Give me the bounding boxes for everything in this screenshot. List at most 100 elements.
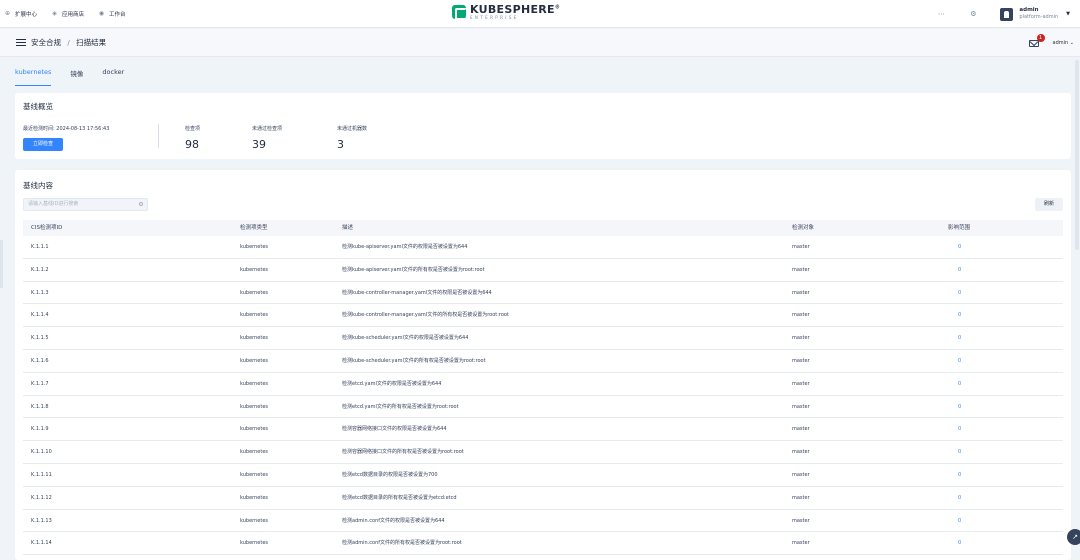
nav-extensions-label: 扩展中心 xyxy=(15,11,38,18)
cell-scope[interactable]: 0 xyxy=(958,373,961,395)
cell-scope[interactable]: 0 xyxy=(958,418,961,440)
avatar[interactable] xyxy=(1000,7,1014,21)
cell-description: 检测kube-apiserver.yaml文件的所有权是否被设置为root:ro… xyxy=(342,266,485,273)
cell-scope[interactable]: 0 xyxy=(958,282,961,304)
nav-workbench[interactable]: ◉ 工作台 xyxy=(98,10,126,18)
cell-id: K.1.1.4 xyxy=(31,312,49,319)
last-scan-label: 最近检测时间: xyxy=(23,126,55,132)
tab-bar: kubernetes 镜像 docker xyxy=(15,68,143,86)
cell-id: K.1.1.6 xyxy=(31,357,49,364)
table-row[interactable]: K.1.1.12 kubernetes 检测etcd数据目录的所有权是否被设置为et… xyxy=(23,487,1063,510)
column-header-type[interactable]: 检测项类型 xyxy=(240,220,268,236)
nav-extensions[interactable]: ⊕ 扩展中心 xyxy=(4,10,37,18)
table-row[interactable]: K.1.1.9 kubernetes 检测容器网络接口文件的权限是否被设置为644 m… xyxy=(23,418,1063,442)
cell-id: K.1.1.10 xyxy=(31,449,52,456)
baseline-content-card: 基线内容 请输入基线ID进行搜索 刷新 CIS检测项ID 检测项类型 描述 检测… xyxy=(15,170,1071,560)
cell-description: 检测容器网络接口文件的权限是否被设置为644 xyxy=(342,426,447,433)
cell-type: kubernetes xyxy=(240,357,269,364)
header-user-name: admin xyxy=(1052,40,1069,46)
cell-target: master xyxy=(792,335,810,342)
table-row[interactable]: K.1.1.5 kubernetes 检测kube-scheduler.yaml文件… xyxy=(23,327,1063,350)
cell-scope[interactable]: 0 xyxy=(958,327,961,349)
kubesphere-logo-icon xyxy=(452,5,467,20)
search-input[interactable]: 请输入基线ID进行搜索 xyxy=(23,198,148,211)
help-icon[interactable]: ↗ xyxy=(1067,529,1080,545)
cell-description: 检测etcd.yaml文件的所有权是否被设置为root:root xyxy=(342,403,459,410)
cell-target: master xyxy=(792,471,810,478)
stat-checks-value: 98 xyxy=(185,138,199,151)
cell-scope[interactable]: 0 xyxy=(958,396,961,418)
vertical-scrollbar[interactable] xyxy=(1075,60,1079,250)
cell-scope[interactable]: 0 xyxy=(958,464,961,486)
search-placeholder: 请输入基线ID进行搜索 xyxy=(28,201,79,207)
table-row[interactable]: K.1.1.3 kubernetes 检测kube-controller-manag… xyxy=(23,282,1063,305)
top-nav: ⊕ 扩展中心 ◈ 应用商店 ◉ 工作台 xyxy=(0,10,140,18)
chevron-down-icon[interactable]: ▼ xyxy=(1066,11,1070,17)
tab-images[interactable]: 镜像 xyxy=(70,68,83,86)
gear-icon[interactable]: ⚙ xyxy=(968,10,978,18)
cell-scope[interactable]: 0 xyxy=(958,487,961,509)
sidebar-handle[interactable] xyxy=(0,240,3,288)
brand-edition: ENTERPRISE xyxy=(470,15,519,20)
table-row[interactable]: K.1.1.10 kubernetes 检测容器网络接口文件的所有权是否被设置为ro… xyxy=(23,441,1063,464)
stat-checks-label: 检查项 xyxy=(185,126,201,132)
brand-logo[interactable]: KUBESPHERE® ENTERPRISE xyxy=(452,4,560,20)
top-navigation-bar: ⊕ 扩展中心 ◈ 应用商店 ◉ 工作台 KUBESPHERE® ENTERPRI… xyxy=(0,0,1080,28)
column-header-description[interactable]: 描述 xyxy=(342,220,353,236)
table-row[interactable]: K.1.1.4 kubernetes 检测kube-controller-manag… xyxy=(23,304,1063,328)
scan-now-button[interactable]: 立即检查 xyxy=(23,138,63,151)
table-row[interactable]: K.1.1.11 kubernetes 检测etcd数据目录的权限是否被设置为700… xyxy=(23,464,1063,487)
cell-scope[interactable]: 0 xyxy=(958,304,961,326)
column-header-target[interactable]: 检测对象 xyxy=(792,220,814,236)
cell-scope[interactable]: 0 xyxy=(958,236,961,258)
table-row[interactable]: K.1.1.7 kubernetes 检测etcd.yaml文件的权限是否被设置为6… xyxy=(23,373,1063,396)
cell-type: kubernetes xyxy=(240,449,269,456)
stat-failed-machines-value: 3 xyxy=(337,138,344,151)
table-header: CIS检测项ID 检测项类型 描述 检测对象 影响范围 xyxy=(23,220,1063,236)
last-scan-time: 2024-08-13 17:56:43 xyxy=(56,126,110,132)
table-row[interactable]: K.1.1.13 kubernetes 检测admin.conf文件的权限是否被设置… xyxy=(23,510,1063,533)
cell-scope[interactable]: 0 xyxy=(958,441,961,463)
nav-app-store[interactable]: ◈ 应用商店 xyxy=(51,10,84,18)
table-row[interactable]: K.1.1.2 kubernetes 检测kube-apiserver.yaml文件… xyxy=(23,259,1063,282)
brand-name: KUBESPHERE® xyxy=(470,4,560,15)
user-info[interactable]: admin platform-admin xyxy=(1019,7,1058,21)
cell-id: K.1.1.13 xyxy=(31,517,52,524)
column-header-scope[interactable]: 影响范围 xyxy=(948,220,970,236)
cell-target: master xyxy=(792,426,810,433)
table-row[interactable]: K.1.1.8 kubernetes 检测etcd.yaml文件的所有权是否被设置为… xyxy=(23,396,1063,419)
cell-type: kubernetes xyxy=(240,426,269,433)
cell-target: master xyxy=(792,357,810,364)
tab-docker[interactable]: docker xyxy=(102,68,124,86)
table-row[interactable]: K.1.1.6 kubernetes 检测kube-scheduler.yaml文件… xyxy=(23,350,1063,373)
cell-type: kubernetes xyxy=(240,540,269,547)
header-user-menu[interactable]: admin ⌄ xyxy=(1053,40,1074,46)
cell-scope[interactable]: 0 xyxy=(958,510,961,532)
cell-target: master xyxy=(792,494,810,501)
mail-icon[interactable]: 1 xyxy=(1028,33,1045,47)
table-row[interactable]: K.1.1.1 kubernetes 检测kube-apiserver.yaml文件… xyxy=(23,236,1063,259)
top-right-tools: ⋯ ⚙ admin platform-admin ▼ xyxy=(936,0,1070,28)
cell-scope[interactable]: 0 xyxy=(958,532,961,554)
cell-scope[interactable]: 0 xyxy=(958,259,961,281)
table-row[interactable]: K.1.1.14 kubernetes 检测admin.conf文件的所有权是否被设… xyxy=(23,532,1063,556)
cell-description: 检测admin.conf文件的权限是否被设置为644 xyxy=(342,517,445,524)
header-right: 1 admin ⌄ xyxy=(1028,29,1074,57)
breadcrumb: 安全合规 / 扫描结果 xyxy=(31,37,106,48)
toolbox-icon[interactable]: ⋯ xyxy=(936,10,946,18)
cell-scope[interactable]: 0 xyxy=(958,350,961,372)
menu-icon[interactable] xyxy=(16,38,26,47)
breadcrumb-security[interactable]: 安全合规 xyxy=(31,38,61,47)
user-name: admin xyxy=(1019,7,1039,13)
breadcrumb-scan-results: 扫描结果 xyxy=(76,38,107,47)
column-header-id[interactable]: CIS检测项ID xyxy=(31,220,62,236)
cell-id: K.1.1.8 xyxy=(31,403,49,410)
cell-target: master xyxy=(792,266,810,273)
page-header: 安全合规 / 扫描结果 1 admin ⌄ xyxy=(0,29,1080,57)
cell-id: K.1.1.14 xyxy=(31,540,52,547)
refresh-button[interactable]: 刷新 xyxy=(1035,198,1063,211)
search-icon[interactable] xyxy=(139,202,143,206)
tab-kubernetes[interactable]: kubernetes xyxy=(15,68,52,86)
nav-app-store-label: 应用商店 xyxy=(62,11,85,18)
cell-description: 检测etcd数据目录的所有权是否被设置为etcd:etcd xyxy=(342,494,457,501)
